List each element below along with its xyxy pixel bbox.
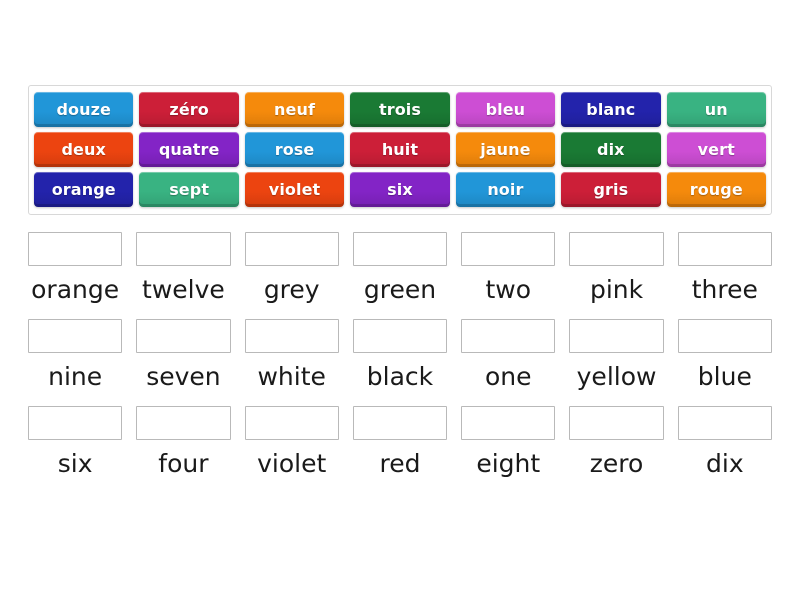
answer-label: eight <box>476 449 541 478</box>
tile-row: douze zéro neuf trois bleu blanc un <box>34 92 766 127</box>
answer-row: nine seven white black one yellow blue <box>28 319 772 392</box>
answer-cell: yellow <box>569 319 664 392</box>
answer-label: dix <box>706 449 744 478</box>
answer-slot-grid: orange twelve grey green two pink three nine sev… <box>28 232 772 493</box>
word-tile-un[interactable]: un <box>666 92 766 127</box>
tile-row: deux quatre rose huit jaune dix vert <box>34 132 766 167</box>
drop-zone-dix[interactable] <box>677 406 772 440</box>
drop-zone-nine[interactable] <box>28 319 123 353</box>
answer-label: six <box>57 449 93 478</box>
answer-cell: nine <box>28 319 123 392</box>
answer-label: twelve <box>142 275 225 304</box>
word-tile-jaune[interactable]: jaune <box>455 132 556 167</box>
drop-zone-eight[interactable] <box>461 406 556 440</box>
answer-cell: violet <box>244 406 339 479</box>
word-tile-sept[interactable]: sept <box>139 172 239 207</box>
drop-zone-twelve[interactable] <box>136 232 231 266</box>
answer-label: yellow <box>576 362 657 391</box>
drop-zone-green[interactable] <box>352 232 448 266</box>
drop-zone-orange[interactable] <box>28 232 123 266</box>
answer-cell: black <box>352 319 448 392</box>
word-tile-rose[interactable]: rose <box>244 132 345 167</box>
answer-label: nine <box>48 362 103 391</box>
answer-label: zero <box>589 449 644 478</box>
answer-cell: seven <box>136 319 231 392</box>
answer-row: six four violet red eight zero dix <box>28 406 772 479</box>
tile-row: orange sept violet six noir gris rouge <box>34 172 766 207</box>
word-tile-deux[interactable]: deux <box>34 132 134 167</box>
answer-label: one <box>485 362 532 391</box>
word-tile-huit[interactable]: huit <box>350 132 450 167</box>
answer-row: orange twelve grey green two pink three <box>28 232 772 305</box>
answer-cell: eight <box>461 406 556 479</box>
word-tile-blanc[interactable]: blanc <box>561 92 661 127</box>
answer-cell: green <box>352 232 448 305</box>
answer-cell: pink <box>569 232 664 305</box>
drop-zone-zero[interactable] <box>569 406 664 440</box>
answer-cell: orange <box>28 232 123 305</box>
answer-label: red <box>379 449 421 478</box>
word-tile-orange[interactable]: orange <box>34 172 134 207</box>
answer-cell: grey <box>244 232 339 305</box>
answer-cell: white <box>244 319 339 392</box>
drop-zone-one[interactable] <box>461 319 556 353</box>
answer-label: three <box>691 275 758 304</box>
answer-cell: dix <box>677 406 772 479</box>
word-tile-neuf[interactable]: neuf <box>244 92 345 127</box>
answer-label: two <box>485 275 532 304</box>
word-tile-douze[interactable]: douze <box>34 92 134 127</box>
answer-cell: three <box>677 232 772 305</box>
answer-cell: blue <box>677 319 772 392</box>
answer-label: pink <box>589 275 644 304</box>
answer-label: violet <box>257 449 327 478</box>
drop-zone-yellow[interactable] <box>569 319 664 353</box>
word-tile-trois[interactable]: trois <box>350 92 450 127</box>
word-tile-violet[interactable]: violet <box>244 172 345 207</box>
answer-cell: zero <box>569 406 664 479</box>
answer-cell: twelve <box>136 232 231 305</box>
word-tile-bleu[interactable]: bleu <box>455 92 556 127</box>
word-tile-quatre[interactable]: quatre <box>139 132 239 167</box>
word-tile-six[interactable]: six <box>350 172 450 207</box>
drop-zone-pink[interactable] <box>569 232 664 266</box>
word-tile-dix[interactable]: dix <box>561 132 661 167</box>
drop-zone-two[interactable] <box>461 232 556 266</box>
drop-zone-white[interactable] <box>244 319 339 353</box>
answer-cell: red <box>352 406 448 479</box>
drop-zone-black[interactable] <box>352 319 448 353</box>
word-tile-vert[interactable]: vert <box>666 132 766 167</box>
word-tile-bank: douze zéro neuf trois bleu blanc un deux quatre r… <box>28 85 772 215</box>
answer-label: four <box>158 449 209 478</box>
answer-label: green <box>363 275 437 304</box>
activity-page: douze zéro neuf trois bleu blanc un deux quatre r… <box>0 0 800 600</box>
answer-label: black <box>366 362 434 391</box>
word-tile-rouge[interactable]: rouge <box>666 172 766 207</box>
answer-label: white <box>257 362 326 391</box>
answer-cell: four <box>136 406 231 479</box>
answer-label: seven <box>146 362 221 391</box>
answer-cell: six <box>28 406 123 479</box>
drop-zone-grey[interactable] <box>244 232 339 266</box>
answer-label: orange <box>31 275 120 304</box>
answer-label: blue <box>697 362 752 391</box>
drop-zone-six[interactable] <box>28 406 123 440</box>
drop-zone-blue[interactable] <box>677 319 772 353</box>
answer-label: grey <box>263 275 320 304</box>
drop-zone-seven[interactable] <box>136 319 231 353</box>
drop-zone-four[interactable] <box>136 406 231 440</box>
word-tile-noir[interactable]: noir <box>455 172 556 207</box>
word-tile-z-ro[interactable]: zéro <box>139 92 239 127</box>
answer-cell: one <box>461 319 556 392</box>
drop-zone-violet[interactable] <box>244 406 339 440</box>
answer-cell: two <box>461 232 556 305</box>
drop-zone-red[interactable] <box>352 406 448 440</box>
drop-zone-three[interactable] <box>677 232 772 266</box>
word-tile-gris[interactable]: gris <box>561 172 661 207</box>
